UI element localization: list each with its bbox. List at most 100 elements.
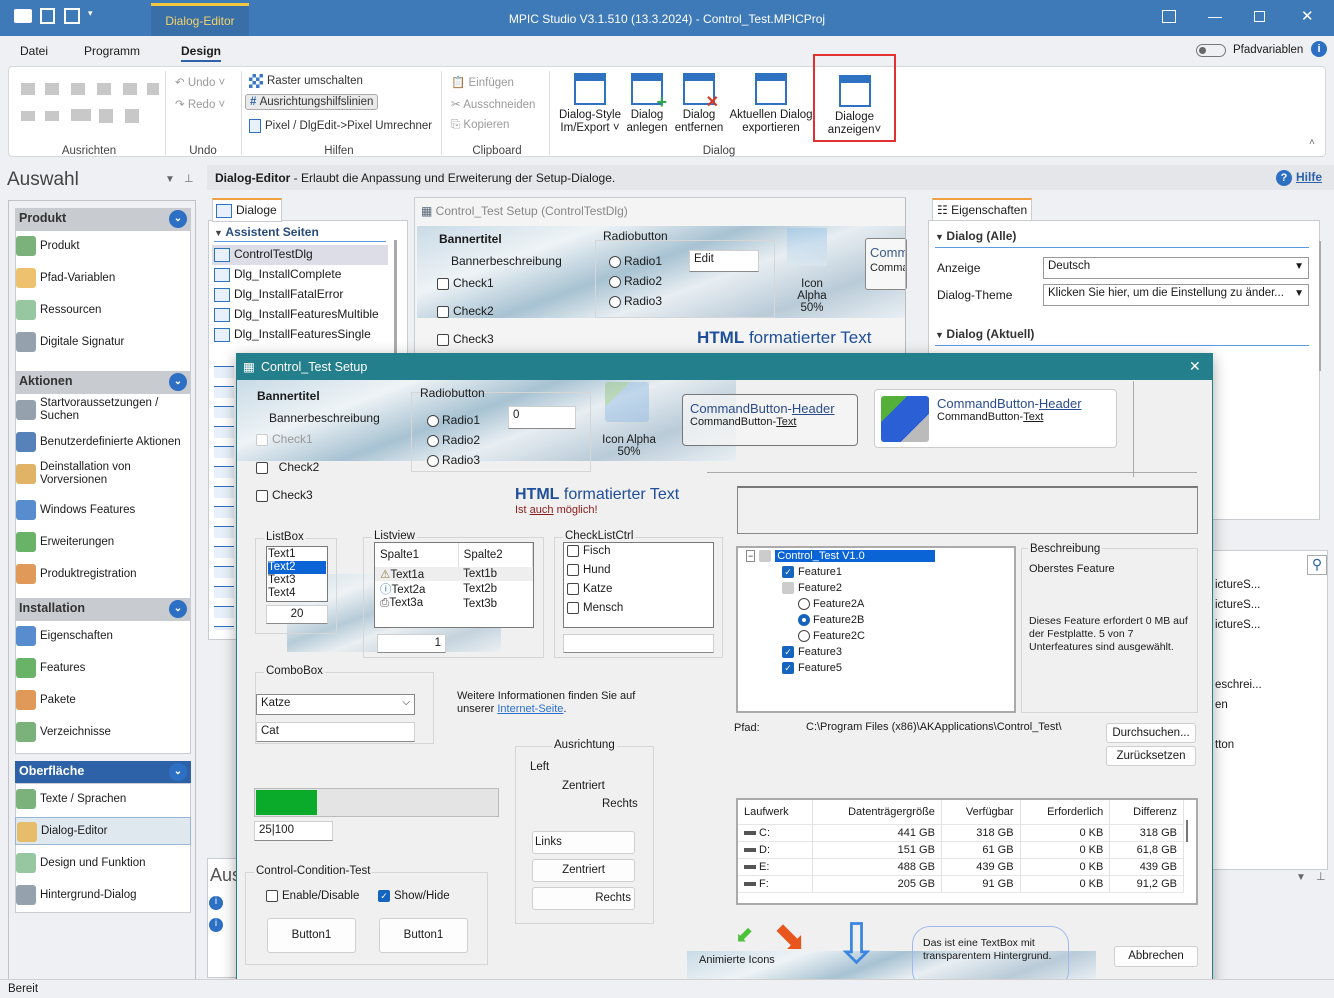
eigenschaften-scrollbar[interactable] (1319, 241, 1321, 371)
listview[interactable]: Spalte1 Spalte2 ⚠Text1a Text1b ⓘText2a Text2b… (374, 542, 534, 628)
dialog-export-button[interactable]: Aktuellen Dialog exportieren (725, 73, 817, 135)
sidebar-section-0[interactable]: Produkt ⌄ (15, 208, 191, 230)
drive-column-header[interactable]: Erforderlich (1020, 800, 1111, 824)
dialog-close-button[interactable]: ✕ (1189, 358, 1201, 375)
tab-dialoge[interactable]: Dialoge (212, 198, 282, 222)
pin-icon-2[interactable]: ⊥ (1316, 870, 1326, 883)
check3[interactable]: Check3 (256, 488, 313, 502)
pfadvariablen-toggle[interactable] (1196, 44, 1226, 57)
listview-column-header[interactable]: Spalte1 (375, 543, 459, 567)
show-hide-checkbox[interactable]: ✓ Show/Hide (378, 890, 450, 902)
listbox-item[interactable]: Text4 (268, 587, 326, 600)
listview-row[interactable]: ⓘText2a Text2b (375, 581, 533, 597)
tree-item[interactable]: Feature2C (738, 630, 1014, 646)
layout-icon[interactable] (1162, 10, 1176, 23)
drive-row[interactable]: F: 205 GB 91 GB 0 KB 91,2 GB (738, 875, 1184, 892)
radio2[interactable]: Radio2 (427, 433, 480, 447)
undo-button[interactable]: ↶ Undo ˅ (175, 75, 225, 89)
menu-datei[interactable]: Datei (20, 44, 48, 58)
sidebar-item[interactable]: Deinstallation von Vorversionen (15, 460, 191, 488)
kopieren-button[interactable]: ⎘ Kopieren (451, 119, 509, 132)
sidebar-item[interactable]: Windows Features (15, 496, 191, 524)
dialog-list-item[interactable]: Dlg_InstallFatalError (212, 285, 388, 305)
sidebar-item[interactable]: Eigenschaften (15, 622, 191, 650)
chevron-down-icon[interactable]: ⌄ (169, 373, 187, 391)
sidebar-item[interactable]: Features (15, 654, 191, 682)
enable-disable-checkbox[interactable]: Enable/Disable (266, 890, 359, 902)
group-dialog-aktuell[interactable]: ▼ Dialog (Aktuell) (935, 327, 1309, 346)
sidebar-item[interactable]: Startvoraussetzungen / Suchen (15, 396, 191, 424)
drive-row[interactable]: C: 441 GB 318 GB 0 KB 318 GB (738, 824, 1184, 841)
zuruecksetzen-button[interactable]: Zurücksetzen (1106, 746, 1196, 766)
menu-programm[interactable]: Programm (84, 44, 140, 58)
sidebar-item[interactable]: Design und Funktion (15, 849, 191, 877)
dialog-list-item[interactable]: ControlTestDlg (212, 245, 388, 265)
ausschneiden-button[interactable]: ✂ Ausschneiden (451, 97, 535, 111)
dialog-list-item[interactable]: Dlg_InstallFeaturesMultible (212, 305, 388, 325)
close-button[interactable]: ✕ (1301, 7, 1314, 25)
edit-field[interactable]: 0 (508, 406, 576, 429)
combobox-text[interactable]: Cat (256, 722, 415, 742)
preview-command-button[interactable]: Comm Comma (865, 238, 907, 290)
menu-design[interactable]: Design (181, 44, 222, 62)
listview-row[interactable]: ⎙Text3a Text3b (375, 597, 533, 610)
tree-item[interactable]: ✓ Feature5 (738, 662, 1014, 678)
drive-row[interactable]: E: 488 GB 439 GB 0 KB 439 GB (738, 858, 1184, 875)
dialog-list-item[interactable]: Dlg_InstallComplete (212, 265, 388, 285)
sidebar-item[interactable]: Ressourcen (15, 296, 191, 324)
sidebar-item[interactable]: Pfad-Variablen (15, 264, 191, 292)
sidebar-section-3[interactable]: Oberfläche ⌄ (15, 761, 191, 783)
group-assistent-seiten[interactable]: ▼ Assistent Seiten (214, 225, 386, 242)
drive-list[interactable]: Laufwerk Datenträgergröße Verfügbar Erforde… (736, 798, 1198, 905)
sidebar-section-2[interactable]: Installation ⌄ (15, 598, 191, 620)
dropdown-icon[interactable]: ▼ (165, 174, 175, 185)
preview-radio1[interactable]: Radio1 (609, 254, 662, 268)
redo-button[interactable]: ↷ Redo ˅ (175, 97, 225, 111)
chevron-down-icon[interactable]: ⌄ (169, 600, 187, 618)
right-panel-item[interactable]: ictureS... (1215, 619, 1260, 631)
dialog-anlegen-button[interactable]: + Dialog anlegen (623, 73, 671, 135)
dialog-style-button[interactable]: Dialog-Style Im/Export ˅ (555, 73, 625, 135)
drive-column-header[interactable]: Laufwerk (738, 800, 813, 824)
listbox-item[interactable]: Text1 (268, 548, 326, 561)
dialog-entfernen-button[interactable]: ✕ Dialog entfernen (673, 73, 725, 135)
checklist-item[interactable]: Mensch (567, 602, 710, 621)
chevron-down-icon[interactable]: ⌄ (169, 210, 187, 228)
sidebar-item[interactable]: Benutzerdefinierte Aktionen (15, 428, 191, 456)
feature-tree[interactable]: − Control_Test V1.0 ✓ Feature1 Feature2 Featu… (736, 546, 1016, 713)
pin-icon[interactable]: ⊥ (184, 172, 194, 185)
tree-item[interactable]: ✓ Feature3 (738, 646, 1014, 662)
listbox-item[interactable]: Text3 (268, 574, 326, 587)
tab-eigenschaften[interactable]: ☷ Eigenschaften (932, 198, 1033, 221)
einfuegen-button[interactable]: 📋 Einfügen (451, 75, 514, 89)
command-button-1[interactable]: CommandButton-Header CommandButton-Text (682, 394, 858, 446)
right-panel-item[interactable]: tton (1215, 739, 1234, 751)
group-dialog-alle[interactable]: ▼ Dialog (Alle) (935, 229, 1309, 248)
drive-list-scrollbar[interactable] (1186, 820, 1188, 842)
dialog-list-item[interactable]: Dlg_InstallFeaturesSingle (212, 325, 388, 345)
tree-root[interactable]: − Control_Test V1.0 (746, 550, 1014, 566)
drive-row[interactable]: D: 151 GB 61 GB 0 KB 61,8 GB (738, 841, 1184, 858)
tree-item[interactable]: Feature2B (738, 614, 1014, 630)
drive-column-header[interactable]: Datenträgergröße (812, 800, 942, 824)
button1[interactable]: Button1 (267, 918, 356, 953)
right-panel-item[interactable]: ictureS... (1215, 599, 1260, 611)
dropdown-icon-2[interactable]: ▼ (1296, 872, 1306, 883)
hilfslinien-button[interactable]: # Ausrichtungshilfslinien (245, 94, 379, 110)
checklist-item[interactable]: Katze (567, 583, 710, 602)
preview-radio3[interactable]: Radio3 (609, 294, 662, 308)
listview-row[interactable]: ⚠Text1a Text1b (375, 567, 533, 581)
preview-check1[interactable]: Check1 (437, 276, 494, 290)
sidebar-item[interactable]: Dialog-Editor (15, 817, 191, 845)
tree-item[interactable]: Feature2 (738, 582, 1014, 598)
sidebar-item[interactable]: Verzeichnisse (15, 718, 191, 746)
sidebar-item[interactable]: Hintergrund-Dialog (15, 881, 191, 909)
sidebar-item[interactable]: Erweiterungen (15, 528, 191, 556)
sidebar-item[interactable]: Produktregistration (15, 560, 191, 588)
rechts-button[interactable]: Rechts (532, 887, 635, 910)
sidebar-section-1[interactable]: Aktionen ⌄ (15, 371, 191, 393)
right-panel-item[interactable]: en (1215, 699, 1228, 711)
maximize-button[interactable] (1254, 11, 1265, 22)
internet-link[interactable]: Internet-Seite (497, 703, 563, 715)
listbox-spin[interactable]: 20 (266, 605, 328, 624)
